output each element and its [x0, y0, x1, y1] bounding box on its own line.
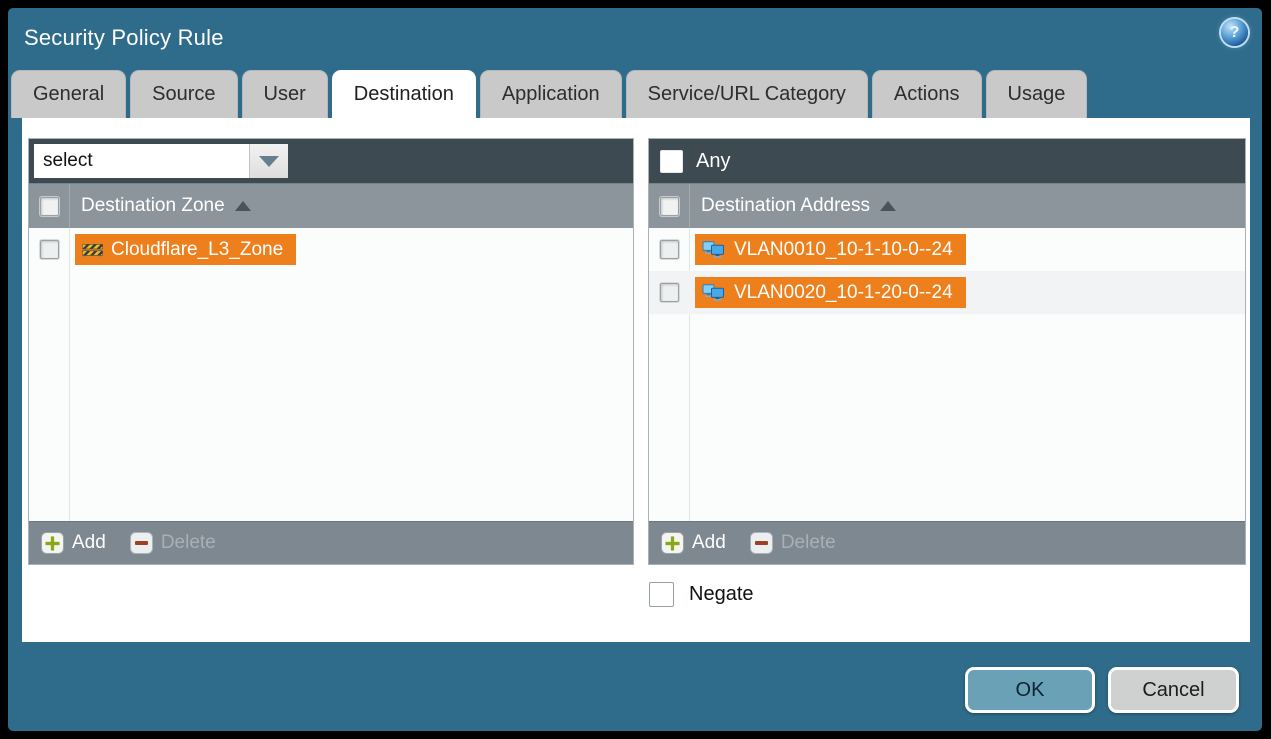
titlebar: Security Policy Rule ? — [8, 8, 1262, 70]
zone-panel-footer: Add Delete — [29, 521, 633, 564]
minus-icon — [750, 532, 773, 554]
zone-select-all-cell — [29, 184, 70, 228]
tab-destination[interactable]: Destination — [332, 70, 476, 118]
zone-delete-label: Delete — [161, 532, 216, 554]
tab-actions[interactable]: Actions — [872, 70, 982, 118]
negate-row: Negate — [649, 582, 754, 607]
address-icon — [702, 241, 726, 258]
address-icon — [702, 284, 726, 301]
address-delete-button[interactable]: Delete — [750, 532, 836, 554]
zone-delete-button[interactable]: Delete — [130, 532, 216, 554]
zone-rows: Cloudflare_L3_Zone — [29, 228, 633, 521]
tab-application[interactable]: Application — [480, 70, 622, 118]
address-select-all-checkbox[interactable] — [660, 197, 679, 216]
address-select-all-cell — [649, 184, 690, 228]
zone-row: Cloudflare_L3_Zone — [29, 228, 633, 271]
address-row-checkbox-cell — [649, 283, 689, 302]
address-panel-header: Any — [649, 139, 1245, 183]
ok-button[interactable]: OK — [965, 667, 1095, 713]
any-checkbox[interactable] — [660, 150, 683, 173]
address-row-checkbox[interactable] — [660, 283, 679, 302]
destination-address-panel: Any Destination Address — [648, 138, 1246, 565]
cancel-button[interactable]: Cancel — [1108, 667, 1239, 713]
address-row-checkbox[interactable] — [660, 240, 679, 259]
zone-row-checkbox[interactable] — [40, 240, 59, 259]
any-row: Any — [654, 150, 730, 173]
address-entry-label: VLAN0020_10-1-20-0--24 — [734, 282, 953, 304]
zone-column-title[interactable]: Destination Zone — [81, 195, 251, 217]
zone-add-button[interactable]: Add — [41, 532, 106, 554]
address-column-title[interactable]: Destination Address — [701, 195, 896, 217]
address-column-header: Destination Address — [649, 183, 1245, 228]
address-entry[interactable]: VLAN0010_10-1-10-0--24 — [695, 234, 966, 265]
zone-icon — [82, 242, 103, 258]
address-panel-footer: Add Delete — [649, 521, 1245, 564]
zone-row-checkbox-cell — [29, 240, 69, 259]
negate-label: Negate — [689, 583, 754, 606]
sort-ascending-icon — [235, 201, 251, 211]
zone-select-all-checkbox[interactable] — [40, 197, 59, 216]
zone-filter-input[interactable]: select — [34, 144, 249, 178]
address-rows: VLAN0010_10-1-10-0--24 — [649, 228, 1245, 521]
any-label: Any — [696, 150, 730, 173]
zone-column-header: Destination Zone — [29, 183, 633, 228]
chevron-down-icon — [259, 156, 279, 167]
address-row: VLAN0010_10-1-10-0--24 — [649, 228, 1245, 271]
tab-service-url-category[interactable]: Service/URL Category — [626, 70, 868, 118]
destination-zone-panel: select Destination Zone — [28, 138, 634, 565]
minus-icon — [130, 532, 153, 554]
zone-column-title-text: Destination Zone — [81, 195, 225, 217]
tab-source[interactable]: Source — [130, 70, 237, 118]
help-icon[interactable]: ? — [1221, 19, 1248, 46]
zone-panel-header: select — [29, 139, 633, 183]
address-entry-label: VLAN0010_10-1-10-0--24 — [734, 239, 953, 261]
security-policy-rule-dialog: Security Policy Rule ? General Source Us… — [8, 8, 1262, 731]
plus-icon — [661, 532, 684, 554]
zone-add-label: Add — [72, 532, 106, 554]
zone-filter-combo: select — [34, 144, 288, 178]
column-divider — [69, 228, 70, 521]
zone-entry[interactable]: Cloudflare_L3_Zone — [75, 234, 296, 265]
zone-entry-label: Cloudflare_L3_Zone — [111, 239, 283, 261]
address-row: VLAN0020_10-1-20-0--24 — [649, 271, 1245, 314]
tab-bar: General Source User Destination Applicat… — [11, 70, 1087, 118]
sort-ascending-icon — [880, 201, 896, 211]
tab-usage[interactable]: Usage — [986, 70, 1088, 118]
address-add-button[interactable]: Add — [661, 532, 726, 554]
dialog-title: Security Policy Rule — [24, 25, 224, 51]
address-column-title-text: Destination Address — [701, 195, 870, 217]
destination-tab-content: select Destination Zone — [22, 118, 1250, 642]
address-entry[interactable]: VLAN0020_10-1-20-0--24 — [695, 277, 966, 308]
address-delete-label: Delete — [781, 532, 836, 554]
address-row-checkbox-cell — [649, 240, 689, 259]
address-add-label: Add — [692, 532, 726, 554]
tab-general[interactable]: General — [11, 70, 126, 118]
plus-icon — [41, 532, 64, 554]
zone-filter-dropdown-button[interactable] — [249, 144, 288, 178]
tab-user[interactable]: User — [242, 70, 328, 118]
negate-checkbox[interactable] — [649, 582, 674, 607]
